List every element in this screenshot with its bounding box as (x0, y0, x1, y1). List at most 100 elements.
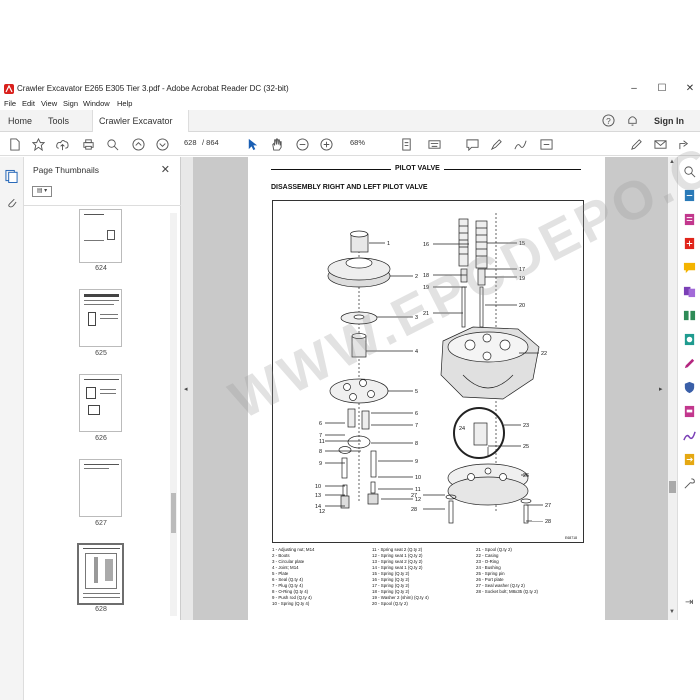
part-number-label: 22 (541, 351, 547, 357)
comment-icon[interactable] (464, 136, 480, 152)
part-number-label: 27 (411, 493, 417, 499)
part-number-label: 7 (415, 423, 418, 429)
bell-icon[interactable] (626, 114, 639, 127)
minimize-button[interactable]: – (620, 81, 648, 97)
menu-bar: File Edit View Sign Window Help (0, 98, 700, 110)
panel-collapse-bar[interactable]: ◂ (181, 157, 193, 620)
zoom-level-dropdown[interactable]: 68% (350, 138, 365, 147)
part-number-label: 5 (415, 389, 418, 395)
part-number-label: 10 (415, 475, 421, 481)
right-tools-rail: ⇥ (677, 157, 700, 620)
menu-window[interactable]: Window (83, 99, 110, 108)
thumbnail-627[interactable] (79, 459, 122, 517)
thumbnail-label: 628 (95, 606, 107, 613)
acrobat-window: Crawler Excavator E265 E305 Tier 3.pdf -… (0, 0, 700, 700)
thumbnail-options-icon[interactable]: ▤ ▾ (32, 186, 52, 197)
document-scroll-thumb[interactable] (669, 481, 676, 493)
menu-file[interactable]: File (4, 99, 16, 108)
select-cursor-icon[interactable] (244, 136, 260, 152)
collapse-arrow-icon[interactable]: ◂ (184, 385, 188, 393)
print-icon[interactable] (80, 136, 96, 152)
request-signature-icon[interactable] (683, 429, 696, 442)
thumbnail-scroll-thumb[interactable] (171, 493, 176, 533)
redact-icon[interactable] (683, 405, 696, 418)
page-header: PILOT VALVE (391, 165, 444, 172)
protect-shield-icon[interactable] (683, 381, 696, 394)
create-pdf-icon[interactable] (683, 237, 696, 250)
menu-view[interactable]: View (41, 99, 57, 108)
comment-tool-icon[interactable] (683, 261, 696, 274)
thumbnail-label: 624 (95, 265, 107, 272)
more-tools-icon[interactable] (538, 136, 554, 152)
help-icon[interactable]: ? (602, 114, 615, 127)
part-number-label: 23 (523, 423, 529, 429)
tab-tools[interactable]: Tools (48, 110, 69, 132)
scan-enhance-icon[interactable] (683, 333, 696, 346)
send-file-icon[interactable] (683, 453, 696, 466)
thumbnail-624[interactable] (79, 209, 122, 263)
part-number-label: 9 (415, 459, 418, 465)
part-number-label: 20 (519, 303, 525, 309)
part-number-label: 11 (319, 439, 325, 445)
thumbnail-label: 627 (95, 520, 107, 527)
legend-column-2: 11 - Spring seat 2 (Q.ty 2) 12 - Spring … (372, 547, 476, 607)
thumbnail-628-selected[interactable] (77, 543, 124, 605)
current-page-field[interactable]: 628 (184, 138, 197, 147)
tab-home[interactable]: Home (8, 110, 32, 132)
zoom-out-icon[interactable] (294, 136, 310, 152)
part-number-label: 24 (459, 426, 465, 432)
page-heading: DISASSEMBLY RIGHT AND LEFT PILOT VALVE (271, 184, 428, 191)
thumbnail-label: 626 (95, 435, 107, 442)
zoom-in-icon[interactable] (318, 136, 334, 152)
sign-pen-icon[interactable] (628, 136, 644, 152)
menu-help[interactable]: Help (117, 99, 132, 108)
total-pages: / 864 (202, 138, 219, 147)
maximize-button[interactable]: ☐ (648, 81, 676, 97)
document-scrollbar[interactable]: ▲ ▼ (668, 157, 677, 620)
part-number-label: 28 (411, 507, 417, 513)
new-file-icon[interactable] (6, 136, 22, 152)
menu-sign[interactable]: Sign (63, 99, 78, 108)
more-tools-wrench-icon[interactable] (683, 477, 696, 490)
tab-document[interactable]: Crawler Excavator E... × (92, 110, 189, 148)
part-number-label: 27 (545, 503, 551, 509)
thumbnail-625[interactable] (79, 289, 122, 347)
page-up-icon[interactable] (130, 136, 146, 152)
close-window-button[interactable]: ✕ (676, 81, 700, 97)
expand-right-arrow-icon[interactable]: ▸ (659, 385, 663, 393)
scroll-mode-icon[interactable] (398, 136, 414, 152)
edit-pdf-icon[interactable] (683, 213, 696, 226)
scroll-down-icon[interactable]: ▼ (669, 609, 675, 615)
sign-in-button[interactable]: Sign In (654, 110, 684, 132)
hand-tool-icon[interactable] (268, 136, 284, 152)
combine-files-icon[interactable] (683, 285, 696, 298)
part-number-label: 12 (319, 509, 325, 515)
organize-pages-icon[interactable] (683, 309, 696, 322)
draw-icon[interactable] (512, 136, 528, 152)
highlight-pen-icon[interactable] (488, 136, 504, 152)
bookmark-star-icon[interactable] (30, 136, 46, 152)
zoom-search-icon[interactable] (104, 136, 120, 152)
rail-collapse-icon[interactable]: ⇥ (685, 597, 693, 608)
close-panel-icon[interactable]: ✕ (161, 163, 170, 176)
legend-item: 10 - Spring (Q.ty 4) (272, 601, 310, 606)
keyboard-icon[interactable] (426, 136, 442, 152)
menu-edit[interactable]: Edit (22, 99, 35, 108)
main-toolbar: 628 / 864 68% (0, 132, 700, 156)
legend-item: 28 - Socket bolt; M8x35 (Q.ty 2) (476, 589, 538, 594)
part-number-label: 10 (315, 484, 321, 490)
fill-sign-icon[interactable] (683, 357, 696, 370)
thumbnail-626[interactable] (79, 374, 122, 432)
legend-item: 20 - Spool (Q.ty 2) (372, 601, 408, 606)
page-down-icon[interactable] (154, 136, 170, 152)
page-thumbnails-icon[interactable] (5, 169, 18, 183)
legend-column-1: 1 - Adjusting nut; M14 2 - Boots 3 - Cir… (272, 547, 372, 607)
thumbnail-panel: Page Thumbnails ✕ ▤ ▾ 624 625 626 627 62… (24, 157, 181, 620)
part-number-label: 13 (315, 493, 321, 499)
acrobat-app-icon (4, 84, 14, 94)
thumbnail-label: 625 (95, 350, 107, 357)
thumbnail-scrollbar[interactable] (170, 213, 177, 616)
attachment-paperclip-icon[interactable] (5, 195, 18, 209)
upload-cloud-icon[interactable] (54, 136, 70, 152)
panel-divider (24, 205, 181, 206)
